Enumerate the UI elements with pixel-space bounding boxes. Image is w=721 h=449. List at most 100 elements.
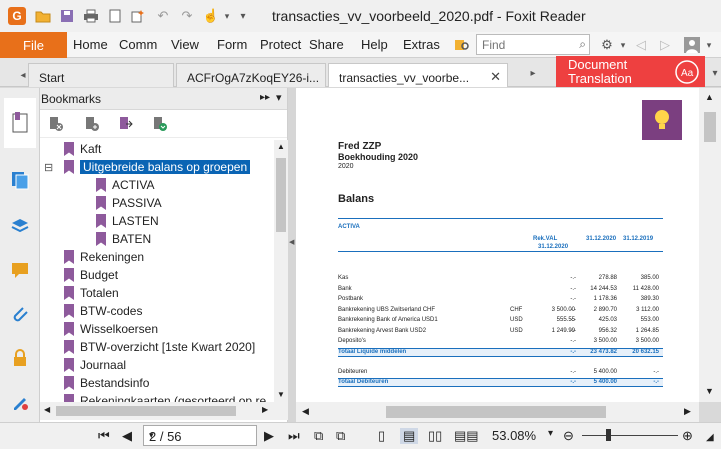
bookmark-item[interactable]: Journaal: [64, 356, 126, 374]
continuous-facing-icon[interactable]: ▤▤: [454, 428, 479, 444]
collapse-toggle-icon[interactable]: ⊟: [44, 161, 53, 174]
back-icon[interactable]: ◁: [632, 36, 650, 54]
bookmark-move-icon[interactable]: [118, 116, 134, 132]
tab-list-dropdown-icon[interactable]: ▾: [706, 64, 721, 82]
attachments-icon[interactable]: [8, 302, 32, 326]
zoom-slider[interactable]: [582, 435, 678, 436]
add-bookmark-icon[interactable]: [84, 116, 100, 132]
bookmark-item[interactable]: Wisselkoersen: [64, 320, 158, 338]
signature-pen-icon[interactable]: [8, 390, 32, 414]
security-lock-icon[interactable]: [8, 346, 32, 370]
document-viewer[interactable]: Fred ZZP Boekhouding 2020 2020 Balans AC…: [296, 88, 699, 402]
facing-page-icon[interactable]: ▯▯: [428, 428, 442, 444]
panel-menu-icon[interactable]: ▾: [276, 91, 282, 104]
previous-view-icon[interactable]: ⧉: [314, 428, 323, 444]
splitter-arrow-icon[interactable]: ◀: [289, 238, 294, 246]
bookmarks-panel-icon[interactable]: [4, 98, 36, 148]
document-horizontal-scrollbar[interactable]: ◀ ▶: [296, 402, 699, 422]
bookmark-item[interactable]: ACTIVA: [96, 176, 154, 194]
tabs-scroll-right-icon[interactable]: ▸: [524, 64, 542, 82]
scroll-up-icon[interactable]: ▲: [705, 92, 714, 102]
layers-icon[interactable]: [8, 214, 32, 238]
new-document-icon[interactable]: [106, 7, 124, 25]
save-icon[interactable]: [58, 7, 76, 25]
tab-comment[interactable]: Comm: [119, 37, 157, 52]
document-vertical-scrollbar[interactable]: ▲ ▼: [699, 88, 721, 402]
zoom-out-icon[interactable]: ⊖: [563, 428, 574, 444]
page-dropdown-icon[interactable]: ▾: [149, 430, 252, 441]
next-page-icon[interactable]: ▶: [264, 428, 274, 444]
scroll-right-icon[interactable]: ▶: [684, 406, 691, 417]
search-icon[interactable]: ⌕: [579, 37, 586, 52]
open-folder-icon[interactable]: [34, 7, 52, 25]
create-pdf-icon[interactable]: [128, 7, 146, 25]
tab-acfro-document[interactable]: ACFrOgA7zKoqEY26-i...: [176, 63, 326, 87]
page-thumbnails-icon[interactable]: [8, 168, 32, 192]
scroll-right-icon[interactable]: ▶: [262, 405, 268, 414]
zoom-slider-handle[interactable]: [606, 429, 611, 441]
bookmark-item[interactable]: BTW-overzicht [1ste Kwart 2020]: [64, 338, 255, 356]
foxit-logo-icon[interactable]: G: [8, 7, 26, 25]
bookmark-item[interactable]: BATEN: [96, 230, 151, 248]
panel-splitter[interactable]: ◀: [288, 88, 296, 422]
tab-help[interactable]: Help: [361, 37, 388, 52]
last-page-icon[interactable]: ⏭: [288, 428, 300, 444]
bookmark-item[interactable]: LASTEN: [96, 212, 159, 230]
zoom-in-icon[interactable]: ⊕: [682, 428, 693, 444]
zoom-level[interactable]: 53.08%: [492, 428, 536, 443]
bookmark-item[interactable]: Budget: [64, 266, 118, 284]
scroll-thumb[interactable]: [56, 406, 236, 416]
user-dropdown-icon[interactable]: ▾: [700, 36, 718, 54]
tab-view[interactable]: View: [171, 37, 199, 52]
scroll-thumb[interactable]: [276, 158, 286, 232]
collapse-panel-icon[interactable]: ▸▸: [260, 92, 270, 103]
bookmark-item[interactable]: Rekeningkaarten (gesorteerd op re: [64, 392, 266, 402]
tab-extras[interactable]: Extras: [403, 37, 440, 52]
forward-icon[interactable]: ▷: [656, 36, 674, 54]
previous-page-icon[interactable]: ◀: [122, 428, 132, 444]
tab-form[interactable]: Form: [217, 37, 247, 52]
find-field[interactable]: ⌕: [476, 34, 590, 55]
bookmark-item[interactable]: Rekeningen: [64, 248, 144, 266]
bookmarks-horizontal-scrollbar[interactable]: ◀ ▶: [40, 402, 288, 420]
zoom-dropdown-icon[interactable]: ▾: [548, 428, 553, 439]
tips-lightbulb-button[interactable]: [642, 100, 682, 140]
bookmark-item[interactable]: Totalen: [64, 284, 119, 302]
settings-dropdown-icon[interactable]: ▾: [614, 36, 632, 54]
bookmark-item[interactable]: ⊟ Uitgebreide balans op groepen: [44, 158, 251, 176]
first-page-icon[interactable]: ⏮: [98, 428, 110, 444]
single-page-icon[interactable]: ▯: [378, 428, 385, 444]
close-tab-icon[interactable]: ✕: [490, 69, 501, 85]
bookmarks-vertical-scrollbar[interactable]: ▲ ▼: [274, 140, 288, 402]
customize-toolbar-icon[interactable]: ▾: [234, 7, 252, 25]
delete-bookmark-icon[interactable]: [48, 116, 64, 132]
comments-icon[interactable]: [8, 258, 32, 282]
page-number-field[interactable]: 2 / 56 ▾: [143, 425, 257, 446]
document-translation-button[interactable]: Document Translation Aa: [556, 56, 705, 87]
redo-icon[interactable]: ↷: [178, 7, 196, 25]
bookmark-item[interactable]: Kaft: [64, 140, 101, 158]
find-tool-icon[interactable]: [453, 36, 471, 54]
scroll-thumb[interactable]: [704, 112, 716, 142]
tab-protect[interactable]: Protect: [260, 37, 301, 52]
tab-transacties-document[interactable]: transacties_vv_voorbe... ✕: [328, 63, 508, 87]
undo-icon[interactable]: ↶: [154, 7, 172, 25]
scroll-up-icon[interactable]: ▲: [277, 142, 285, 151]
tab-start[interactable]: Start: [28, 63, 174, 87]
bookmark-item[interactable]: BTW-codes: [64, 302, 142, 320]
file-menu-button[interactable]: File: [0, 32, 67, 58]
print-icon[interactable]: [82, 7, 100, 25]
bookmark-item[interactable]: PASSIVA: [96, 194, 162, 212]
scroll-down-icon[interactable]: ▼: [277, 390, 285, 399]
find-input[interactable]: [477, 35, 571, 54]
expand-bookmark-icon[interactable]: [152, 116, 168, 132]
scroll-thumb[interactable]: [386, 406, 606, 418]
scroll-left-icon[interactable]: ◀: [44, 405, 50, 414]
tab-home[interactable]: Home: [73, 37, 108, 52]
next-view-icon[interactable]: ⧉: [336, 428, 345, 444]
scroll-left-icon[interactable]: ◀: [302, 406, 309, 417]
tab-share[interactable]: Share: [309, 37, 344, 52]
user-avatar-icon[interactable]: [683, 36, 701, 54]
scroll-down-icon[interactable]: ▼: [705, 386, 714, 396]
continuous-page-icon[interactable]: ▤: [400, 428, 419, 444]
